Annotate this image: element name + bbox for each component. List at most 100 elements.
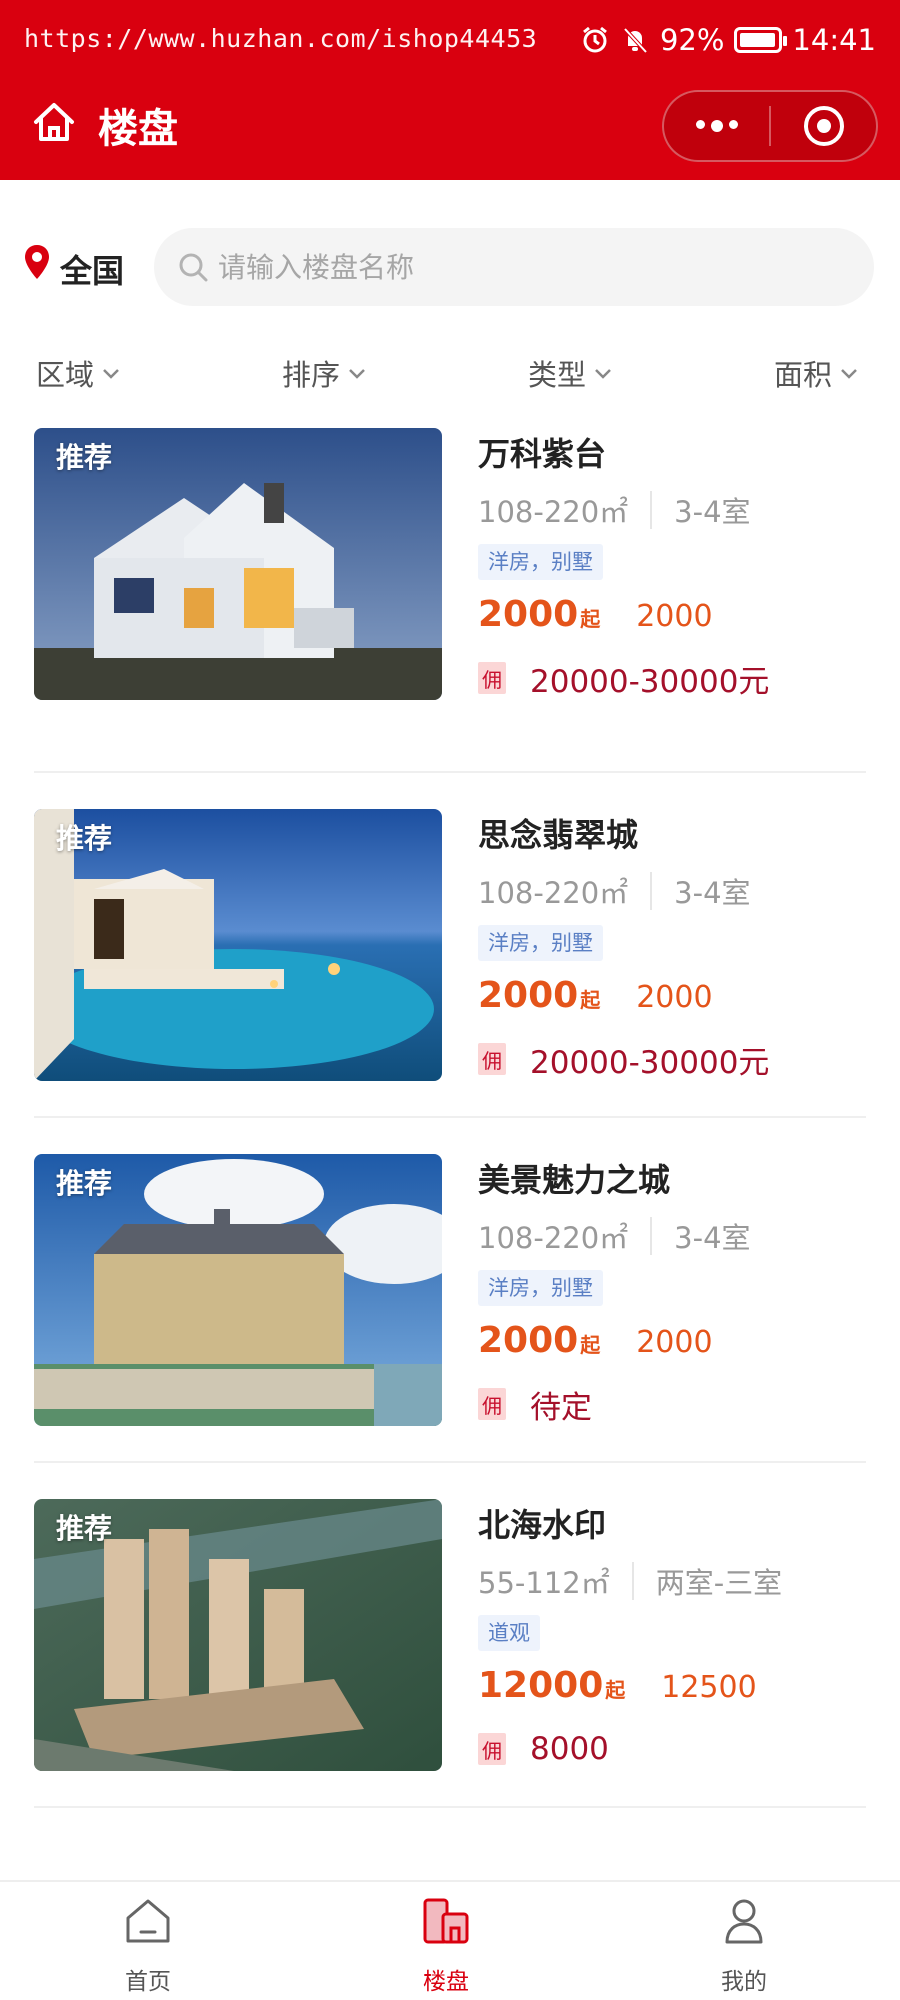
listing-card[interactable]: 推荐 万科紫台 108-220㎡ 3-4室 洋房，别墅 2000 起 2000 … bbox=[34, 428, 866, 773]
filter-label: 面积 bbox=[774, 358, 833, 392]
recommend-badge: 推荐 bbox=[56, 1512, 113, 1545]
listing-info: 思念翡翠城 108-220㎡ 3-4室 洋房，别墅 2000 起 2000 佣 … bbox=[478, 809, 868, 1083]
tab-buildings[interactable]: 楼盘 bbox=[366, 1882, 526, 2000]
price-unit: 起 bbox=[580, 607, 601, 631]
search-icon bbox=[179, 253, 208, 282]
commission-badge: 佣 bbox=[478, 1733, 506, 1765]
listing-name: 北海水印 bbox=[478, 1506, 607, 1544]
listing-commission: 佣 待定 bbox=[478, 1380, 868, 1428]
listing-image: 推荐 bbox=[34, 428, 442, 700]
listing-info: 万科紫台 108-220㎡ 3-4室 洋房，别墅 2000 起 2000 佣 2… bbox=[478, 428, 868, 702]
listing-image: 推荐 bbox=[34, 809, 442, 1081]
listing-name: 万科紫台 bbox=[478, 435, 607, 473]
listing-rooms: 3-4室 bbox=[674, 1221, 751, 1255]
listing-tag: 洋房，别墅 bbox=[478, 544, 603, 580]
recommend-badge: 推荐 bbox=[56, 822, 113, 855]
status-url-text: https://www.huzhan.com/ishop44453 bbox=[24, 24, 538, 53]
commission-badge: 佣 bbox=[478, 662, 506, 694]
listing-meta: 55-112㎡ 两室-三室 bbox=[478, 1559, 868, 1603]
commission-value: 20000-30000元 bbox=[530, 1044, 770, 1081]
listing-price-secondary: 2000 bbox=[636, 599, 713, 634]
listing-commission: 佣 20000-30000元 bbox=[478, 1035, 868, 1083]
tab-home[interactable]: 首页 bbox=[68, 1882, 228, 2000]
status-bar: https://www.huzhan.com/ishop44453 92% 14… bbox=[0, 0, 900, 78]
mini-program-capsule bbox=[662, 90, 878, 162]
chevron-down-icon bbox=[595, 369, 611, 379]
listing-price: 12000 bbox=[478, 1665, 604, 1706]
commission-value: 20000-30000元 bbox=[530, 663, 770, 700]
user-tab-icon bbox=[725, 1899, 763, 1944]
tab-label: 我的 bbox=[721, 1969, 767, 1995]
status-time: 14:41 bbox=[792, 23, 876, 57]
listing-prices: 2000 起 2000 bbox=[478, 975, 868, 1025]
listing-list: 推荐 万科紫台 108-220㎡ 3-4室 洋房，别墅 2000 起 2000 … bbox=[34, 428, 866, 1808]
listing-price-secondary: 2000 bbox=[636, 1325, 713, 1360]
listing-name: 美景魅力之城 bbox=[478, 1161, 671, 1199]
listing-rooms: 两室-三室 bbox=[655, 1566, 783, 1600]
commission-value: 8000 bbox=[530, 1731, 609, 1767]
tab-label: 楼盘 bbox=[423, 1969, 469, 1995]
recommend-badge: 推荐 bbox=[56, 441, 113, 474]
target-icon bbox=[803, 106, 844, 146]
filter-area[interactable]: 面积 bbox=[774, 352, 858, 394]
listing-tag: 道观 bbox=[478, 1615, 540, 1651]
filter-region[interactable]: 区域 bbox=[36, 352, 120, 394]
price-unit: 起 bbox=[605, 1678, 626, 1702]
home-icon[interactable] bbox=[30, 98, 78, 146]
meta-divider bbox=[631, 1562, 634, 1600]
close-button[interactable] bbox=[771, 92, 876, 160]
location-pin-icon[interactable] bbox=[24, 244, 50, 280]
filter-label: 排序 bbox=[282, 358, 341, 392]
listing-prices: 12000 起 12500 bbox=[478, 1665, 868, 1715]
listing-rooms: 3-4室 bbox=[674, 495, 751, 529]
filter-label: 类型 bbox=[528, 358, 587, 392]
listing-commission: 佣 20000-30000元 bbox=[478, 654, 868, 702]
filter-type[interactable]: 类型 bbox=[528, 352, 612, 394]
search-row: 全国 bbox=[0, 228, 900, 308]
location-selector[interactable]: 全国 bbox=[60, 246, 124, 292]
search-box[interactable] bbox=[154, 228, 874, 306]
listing-card[interactable]: 推荐 思念翡翠城 108-220㎡ 3-4室 洋房，别墅 2000 起 2000… bbox=[34, 773, 866, 1118]
commission-value: 待定 bbox=[530, 1389, 592, 1426]
meta-divider bbox=[650, 491, 653, 529]
title-bar: 楼盘 bbox=[0, 90, 900, 166]
price-unit: 起 bbox=[580, 1333, 601, 1357]
filter-sort[interactable]: 排序 bbox=[282, 352, 366, 394]
status-right: 92% 14:41 bbox=[580, 20, 876, 60]
building-tab-icon bbox=[423, 1898, 469, 1944]
filter-label: 区域 bbox=[36, 358, 95, 392]
tab-mine[interactable]: 我的 bbox=[664, 1882, 824, 2000]
listing-area: 108-220㎡ bbox=[478, 1221, 629, 1255]
chevron-down-icon bbox=[841, 369, 857, 379]
meta-divider bbox=[650, 872, 653, 910]
listing-price: 2000 bbox=[478, 594, 579, 635]
battery-icon bbox=[734, 27, 788, 53]
listing-price-secondary: 2000 bbox=[636, 980, 713, 1015]
bottom-tab-bar: 首页 楼盘 我的 bbox=[0, 1880, 900, 2000]
listing-card[interactable]: 推荐 北海水印 55-112㎡ 两室-三室 道观 12000 起 12500 佣… bbox=[34, 1463, 866, 1808]
battery-percent: 92% bbox=[659, 23, 725, 57]
listing-card[interactable]: 推荐 美景魅力之城 108-220㎡ 3-4室 洋房，别墅 2000 起 200… bbox=[34, 1118, 866, 1463]
page-title: 楼盘 bbox=[98, 106, 178, 152]
listing-area: 108-220㎡ bbox=[478, 495, 629, 529]
top-bar: https://www.huzhan.com/ishop44453 92% 14… bbox=[0, 0, 900, 180]
price-unit: 起 bbox=[580, 988, 601, 1012]
listing-area: 108-220㎡ bbox=[478, 876, 629, 910]
home-tab-icon bbox=[126, 1899, 170, 1943]
listing-tag: 洋房，别墅 bbox=[478, 1270, 603, 1306]
listing-prices: 2000 起 2000 bbox=[478, 1320, 868, 1370]
tab-label: 首页 bbox=[125, 1969, 171, 1995]
more-button[interactable] bbox=[664, 92, 769, 160]
listing-tag: 洋房，别墅 bbox=[478, 925, 603, 961]
chevron-down-icon bbox=[349, 369, 365, 379]
more-dots-icon bbox=[695, 120, 738, 132]
listing-price: 2000 bbox=[478, 1320, 579, 1361]
mute-icon bbox=[623, 27, 648, 54]
commission-badge: 佣 bbox=[478, 1388, 506, 1420]
meta-divider bbox=[650, 1217, 653, 1255]
listing-area: 55-112㎡ bbox=[478, 1566, 610, 1600]
search-input[interactable] bbox=[218, 228, 838, 306]
listing-meta: 108-220㎡ 3-4室 bbox=[478, 1214, 868, 1258]
listing-prices: 2000 起 2000 bbox=[478, 594, 868, 644]
listing-info: 北海水印 55-112㎡ 两室-三室 道观 12000 起 12500 佣 80… bbox=[478, 1499, 868, 1773]
